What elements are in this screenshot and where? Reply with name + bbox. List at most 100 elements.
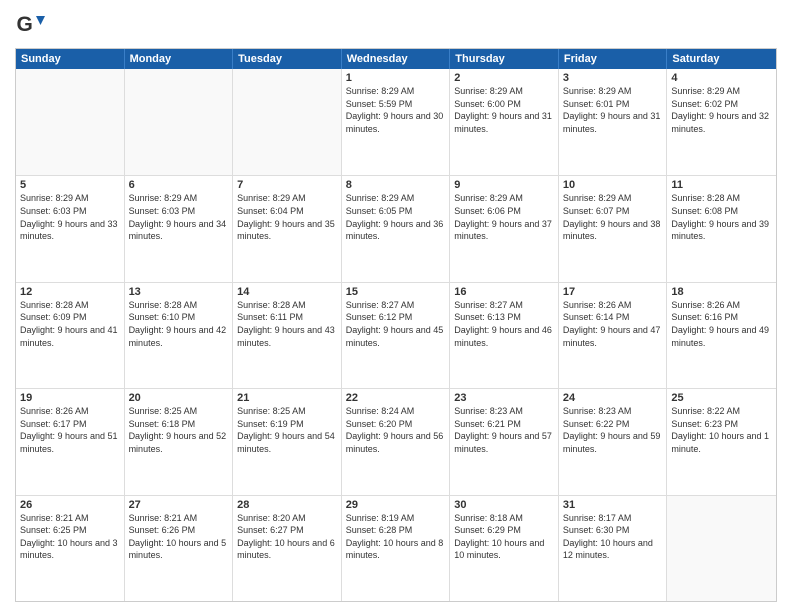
day-info: Sunrise: 8:29 AM Sunset: 6:06 PM Dayligh… — [454, 192, 554, 242]
day-info: Sunrise: 8:29 AM Sunset: 5:59 PM Dayligh… — [346, 85, 446, 135]
calendar-cell — [233, 69, 342, 175]
day-info: Sunrise: 8:29 AM Sunset: 6:01 PM Dayligh… — [563, 85, 663, 135]
day-number: 15 — [346, 286, 446, 298]
day-number: 10 — [563, 179, 663, 191]
calendar-cell: 14Sunrise: 8:28 AM Sunset: 6:11 PM Dayli… — [233, 283, 342, 388]
day-number: 6 — [129, 179, 229, 191]
day-number: 24 — [563, 392, 663, 404]
calendar-cell: 18Sunrise: 8:26 AM Sunset: 6:16 PM Dayli… — [667, 283, 776, 388]
day-number: 1 — [346, 72, 446, 84]
day-number: 13 — [129, 286, 229, 298]
calendar-cell: 26Sunrise: 8:21 AM Sunset: 6:25 PM Dayli… — [16, 496, 125, 601]
header-day-friday: Friday — [559, 49, 668, 69]
calendar-cell: 7Sunrise: 8:29 AM Sunset: 6:04 PM Daylig… — [233, 176, 342, 281]
day-number: 9 — [454, 179, 554, 191]
day-number: 22 — [346, 392, 446, 404]
day-number: 12 — [20, 286, 120, 298]
day-info: Sunrise: 8:29 AM Sunset: 6:03 PM Dayligh… — [129, 192, 229, 242]
calendar-cell: 30Sunrise: 8:18 AM Sunset: 6:29 PM Dayli… — [450, 496, 559, 601]
calendar-cell: 16Sunrise: 8:27 AM Sunset: 6:13 PM Dayli… — [450, 283, 559, 388]
calendar-row-3: 12Sunrise: 8:28 AM Sunset: 6:09 PM Dayli… — [16, 282, 776, 388]
header-day-sunday: Sunday — [16, 49, 125, 69]
day-info: Sunrise: 8:22 AM Sunset: 6:23 PM Dayligh… — [671, 405, 772, 455]
day-number: 25 — [671, 392, 772, 404]
day-info: Sunrise: 8:28 AM Sunset: 6:10 PM Dayligh… — [129, 299, 229, 349]
day-number: 3 — [563, 72, 663, 84]
day-number: 29 — [346, 499, 446, 511]
header-day-wednesday: Wednesday — [342, 49, 451, 69]
calendar-row-5: 26Sunrise: 8:21 AM Sunset: 6:25 PM Dayli… — [16, 495, 776, 601]
day-info: Sunrise: 8:27 AM Sunset: 6:12 PM Dayligh… — [346, 299, 446, 349]
calendar-cell: 22Sunrise: 8:24 AM Sunset: 6:20 PM Dayli… — [342, 389, 451, 494]
logo: G — [15, 10, 49, 40]
day-info: Sunrise: 8:28 AM Sunset: 6:09 PM Dayligh… — [20, 299, 120, 349]
calendar-cell: 1Sunrise: 8:29 AM Sunset: 5:59 PM Daylig… — [342, 69, 451, 175]
svg-text:G: G — [17, 13, 33, 36]
day-info: Sunrise: 8:26 AM Sunset: 6:16 PM Dayligh… — [671, 299, 772, 349]
page-container: G SundayMondayTuesdayWednesdayThursdayFr… — [0, 0, 792, 612]
day-info: Sunrise: 8:26 AM Sunset: 6:17 PM Dayligh… — [20, 405, 120, 455]
day-info: Sunrise: 8:21 AM Sunset: 6:26 PM Dayligh… — [129, 512, 229, 562]
calendar-cell: 2Sunrise: 8:29 AM Sunset: 6:00 PM Daylig… — [450, 69, 559, 175]
calendar-cell: 5Sunrise: 8:29 AM Sunset: 6:03 PM Daylig… — [16, 176, 125, 281]
day-number: 20 — [129, 392, 229, 404]
calendar-row-1: 1Sunrise: 8:29 AM Sunset: 5:59 PM Daylig… — [16, 69, 776, 175]
header-day-monday: Monday — [125, 49, 234, 69]
calendar-cell: 9Sunrise: 8:29 AM Sunset: 6:06 PM Daylig… — [450, 176, 559, 281]
calendar-cell: 19Sunrise: 8:26 AM Sunset: 6:17 PM Dayli… — [16, 389, 125, 494]
day-number: 11 — [671, 179, 772, 191]
day-info: Sunrise: 8:25 AM Sunset: 6:18 PM Dayligh… — [129, 405, 229, 455]
day-number: 23 — [454, 392, 554, 404]
calendar-cell — [16, 69, 125, 175]
day-info: Sunrise: 8:23 AM Sunset: 6:22 PM Dayligh… — [563, 405, 663, 455]
day-number: 16 — [454, 286, 554, 298]
header-day-tuesday: Tuesday — [233, 49, 342, 69]
calendar-cell: 28Sunrise: 8:20 AM Sunset: 6:27 PM Dayli… — [233, 496, 342, 601]
day-info: Sunrise: 8:28 AM Sunset: 6:11 PM Dayligh… — [237, 299, 337, 349]
calendar-row-2: 5 Sunrise: 8:29 AM Sunset: 6:03 PM Daylig… — [16, 175, 776, 281]
day-info: Sunrise: 8:17 AM Sunset: 6:30 PM Dayligh… — [563, 512, 663, 562]
day-number: 21 — [237, 392, 337, 404]
day-info: Sunrise: 8:24 AM Sunset: 6:20 PM Dayligh… — [346, 405, 446, 455]
day-number: 4 — [671, 72, 772, 84]
calendar-cell: 8Sunrise: 8:29 AM Sunset: 6:05 PM Daylig… — [342, 176, 451, 281]
day-info: Sunrise: 8:27 AM Sunset: 6:13 PM Dayligh… — [454, 299, 554, 349]
day-info: Sunrise: 8:29 AM Sunset: 6:02 PM Dayligh… — [671, 85, 772, 135]
day-number: 5 — [20, 179, 120, 191]
header-day-saturday: Saturday — [667, 49, 776, 69]
calendar-row-4: 19Sunrise: 8:26 AM Sunset: 6:17 PM Dayli… — [16, 388, 776, 494]
calendar-cell: 27Sunrise: 8:21 AM Sunset: 6:26 PM Dayli… — [125, 496, 234, 601]
day-info: Sunrise: 8:25 AM Sunset: 6:19 PM Dayligh… — [237, 405, 337, 455]
day-info: Sunrise: 8:21 AM Sunset: 6:25 PM Dayligh… — [20, 512, 120, 562]
day-number: 14 — [237, 286, 337, 298]
calendar-cell: 31Sunrise: 8:17 AM Sunset: 6:30 PM Dayli… — [559, 496, 668, 601]
day-info: Sunrise: 8:19 AM Sunset: 6:28 PM Dayligh… — [346, 512, 446, 562]
day-number: 27 — [129, 499, 229, 511]
header-day-thursday: Thursday — [450, 49, 559, 69]
calendar-cell: 11Sunrise: 8:28 AM Sunset: 6:08 PM Dayli… — [667, 176, 776, 281]
calendar-cell: 10Sunrise: 8:29 AM Sunset: 6:07 PM Dayli… — [559, 176, 668, 281]
day-info: Sunrise: 8:26 AM Sunset: 6:14 PM Dayligh… — [563, 299, 663, 349]
day-info: Sunrise: 8:23 AM Sunset: 6:21 PM Dayligh… — [454, 405, 554, 455]
day-number: 2 — [454, 72, 554, 84]
calendar-body: 1Sunrise: 8:29 AM Sunset: 5:59 PM Daylig… — [16, 69, 776, 601]
calendar-cell: 29Sunrise: 8:19 AM Sunset: 6:28 PM Dayli… — [342, 496, 451, 601]
calendar-cell: 24Sunrise: 8:23 AM Sunset: 6:22 PM Dayli… — [559, 389, 668, 494]
calendar-cell: 3Sunrise: 8:29 AM Sunset: 6:01 PM Daylig… — [559, 69, 668, 175]
calendar-cell: 21Sunrise: 8:25 AM Sunset: 6:19 PM Dayli… — [233, 389, 342, 494]
calendar-header: SundayMondayTuesdayWednesdayThursdayFrid… — [16, 49, 776, 69]
calendar-cell: 12Sunrise: 8:28 AM Sunset: 6:09 PM Dayli… — [16, 283, 125, 388]
logo-icon: G — [15, 10, 45, 40]
day-info: Sunrise: 8:28 AM Sunset: 6:08 PM Dayligh… — [671, 192, 772, 242]
calendar-cell: 23Sunrise: 8:23 AM Sunset: 6:21 PM Dayli… — [450, 389, 559, 494]
day-number: 19 — [20, 392, 120, 404]
day-info: Sunrise: 8:29 AM Sunset: 6:07 PM Dayligh… — [563, 192, 663, 242]
calendar-cell: 4Sunrise: 8:29 AM Sunset: 6:02 PM Daylig… — [667, 69, 776, 175]
calendar-cell: 20Sunrise: 8:25 AM Sunset: 6:18 PM Dayli… — [125, 389, 234, 494]
day-info: Sunrise: 8:29 AM Sunset: 6:04 PM Dayligh… — [237, 192, 337, 242]
calendar: SundayMondayTuesdayWednesdayThursdayFrid… — [15, 48, 777, 602]
calendar-cell: 17Sunrise: 8:26 AM Sunset: 6:14 PM Dayli… — [559, 283, 668, 388]
day-number: 7 — [237, 179, 337, 191]
day-number: 28 — [237, 499, 337, 511]
day-info: Sunrise: 8:29 AM Sunset: 6:00 PM Dayligh… — [454, 85, 554, 135]
